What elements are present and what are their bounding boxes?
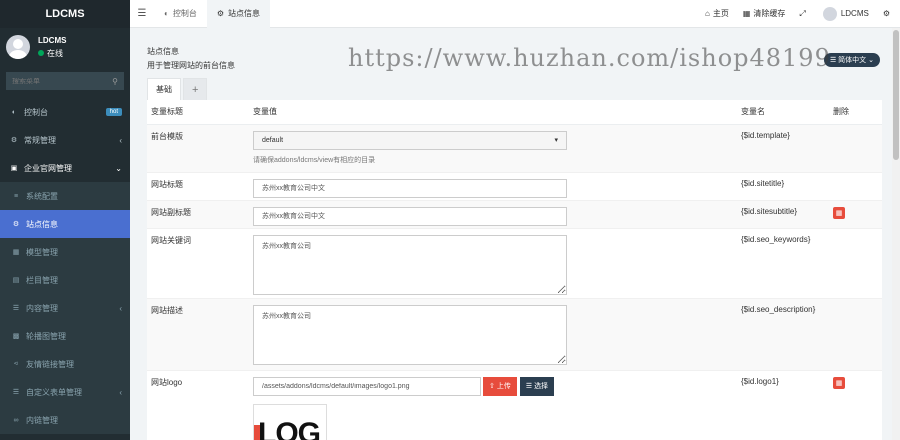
sliders-icon: ≡ bbox=[13, 192, 19, 200]
chevron-left-icon: ‹ bbox=[119, 387, 122, 397]
template-help-text: 请确保addons/ldcms/view有相应的目录 bbox=[253, 156, 376, 164]
sidebar-item-general[interactable]: ⚙ 常规管理 ‹ bbox=[0, 126, 130, 154]
column-header-name: 变量名 bbox=[741, 100, 829, 125]
logo-path-input[interactable] bbox=[253, 376, 481, 396]
table-row: 网站副标题 {$id.sitesubtitle} ▦ bbox=[147, 200, 882, 229]
sidebar-item-system-config[interactable]: ≡ 系统配置 bbox=[0, 182, 130, 210]
file-icon: ▤ bbox=[12, 277, 20, 284]
seo-description-textarea[interactable]: 苏州xx教育公司 bbox=[253, 304, 567, 365]
table-row: 网站描述 苏州xx教育公司 {$id.seo_description} bbox=[147, 298, 882, 371]
avatar bbox=[822, 6, 837, 21]
user-name: LDCMS bbox=[38, 35, 67, 45]
language-select[interactable]: ☰ 简体中文 ⌄ bbox=[823, 53, 880, 67]
user-menu[interactable]: LDCMS bbox=[816, 6, 876, 21]
hot-badge: hot bbox=[105, 108, 122, 116]
main-content: 站点信息 用于管理网站的前台信息 ☰ 简体中文 ⌄ 基础 + https://w… bbox=[130, 28, 900, 440]
trash-icon: ▦ bbox=[835, 209, 843, 217]
menu-toggle-icon[interactable]: ☰ bbox=[130, 8, 154, 19]
upload-button[interactable]: ⇧ 上传 bbox=[483, 376, 517, 396]
page-title: 站点信息 bbox=[147, 47, 179, 56]
sidebar-item-inner-links[interactable]: ∞ 内链管理 bbox=[0, 406, 130, 434]
site-subtitle-input[interactable] bbox=[253, 206, 567, 226]
brand-logo[interactable]: LDCMS bbox=[0, 0, 130, 28]
upload-icon: ⇧ bbox=[489, 383, 495, 390]
sidebar-search: ⚲ bbox=[6, 72, 124, 90]
desktop-icon: ▣ bbox=[10, 165, 18, 172]
page-description: 用于管理网站的前台信息 bbox=[147, 61, 235, 70]
list-icon: ☰ bbox=[525, 383, 533, 390]
home-link[interactable]: ⌂ 主页 bbox=[698, 8, 736, 19]
fullscreen-button[interactable]: ⤢ bbox=[792, 9, 815, 19]
topbar: ☰ ◐ 控制台 ⚙ 站点信息 ⌂ 主页 ▦ 清除缓存 ⤢ LDCMS ⚙ bbox=[130, 0, 900, 28]
settings-button[interactable]: ⚙ bbox=[876, 9, 900, 18]
link-icon: ∞ bbox=[13, 416, 19, 424]
delete-button[interactable]: ▦ bbox=[833, 376, 845, 389]
home-icon: ⌂ bbox=[705, 9, 710, 18]
column-header-value: 变量值 bbox=[253, 100, 741, 125]
trash-icon: ▦ bbox=[835, 379, 843, 387]
sidebar-item-links[interactable]: ⪦ 友情链接管理 bbox=[0, 350, 130, 378]
scrollbar-thumb[interactable] bbox=[893, 30, 899, 160]
delete-button[interactable]: ▦ bbox=[833, 206, 845, 219]
table-row: 网站logo ⇧ 上传 ☰ 选择 bbox=[147, 370, 882, 440]
dashboard-icon: ◐ bbox=[164, 9, 169, 18]
cogs-icon: ⚙ bbox=[10, 137, 18, 144]
caret-down-icon: ▾ bbox=[554, 137, 558, 144]
choose-button[interactable]: ☰ 选择 bbox=[519, 376, 555, 396]
table-icon: ▦ bbox=[12, 249, 20, 256]
logo-preview-image[interactable]: LOG bbox=[253, 403, 327, 440]
sidebar-item-dashboard[interactable]: ◐ 控制台 hot bbox=[0, 98, 130, 126]
column-header-title: 变量标题 bbox=[147, 100, 253, 125]
tab-dashboard[interactable]: ◐ 控制台 bbox=[154, 0, 207, 28]
config-table: 变量标题 变量值 变量名 删除 前台模版 default ▾ 请确保addons… bbox=[147, 100, 882, 440]
sidebar-item-models[interactable]: ▦ 模型管理 bbox=[0, 238, 130, 266]
sidebar-item-site-info[interactable]: ⚙ 站点信息 bbox=[0, 210, 130, 238]
table-row: 网站关键词 苏州xx教育公司 {$id.seo_keywords} bbox=[147, 228, 882, 299]
sidebar-item-columns[interactable]: ▤ 栏目管理 bbox=[0, 266, 130, 294]
gear-icon: ⚙ bbox=[12, 221, 20, 228]
config-panel: 变量标题 变量值 变量名 删除 前台模版 default ▾ 请确保addons… bbox=[147, 100, 882, 440]
sidebar: LDCMS LDCMS 在线 ⚲ ◐ 控制台 hot ⚙ 常规管理 ‹ ▣ 企业… bbox=[0, 0, 130, 440]
gear-icon: ⚙ bbox=[216, 9, 225, 18]
list-icon: ☰ bbox=[12, 389, 20, 396]
search-icon[interactable]: ⚲ bbox=[112, 77, 118, 86]
chevron-left-icon: ‹ bbox=[119, 303, 122, 313]
online-dot-icon bbox=[38, 50, 44, 56]
clear-cache-button[interactable]: ▦ 清除缓存 bbox=[736, 8, 793, 19]
dashboard-icon: ◐ bbox=[11, 108, 17, 116]
panel-header: 站点信息 用于管理网站的前台信息 ☰ 简体中文 ⌄ bbox=[140, 46, 890, 98]
scrollbar[interactable] bbox=[892, 28, 900, 440]
list-icon: ☰ bbox=[12, 305, 20, 312]
seo-keywords-textarea[interactable]: 苏州xx教育公司 bbox=[253, 234, 567, 295]
chevron-down-icon: ⌄ bbox=[115, 163, 122, 173]
fullscreen-icon: ⤢ bbox=[799, 8, 806, 18]
sidebar-item-forms[interactable]: ☰ 自定义表单管理 ‹ bbox=[0, 378, 130, 406]
image-icon: ▩ bbox=[12, 333, 20, 340]
sidebar-item-enterprise[interactable]: ▣ 企业官网管理 ⌄ bbox=[0, 154, 130, 182]
user-status: 在线 bbox=[38, 48, 66, 59]
site-title-input[interactable] bbox=[253, 178, 567, 198]
trash-icon: ▦ bbox=[742, 9, 751, 18]
share-icon: ⪦ bbox=[14, 360, 18, 367]
chevron-left-icon: ‹ bbox=[119, 135, 122, 145]
table-row: 前台模版 default ▾ 请确保addons/ldcms/view有相应的目… bbox=[147, 124, 882, 173]
language-icon: ☰ bbox=[829, 57, 837, 64]
user-panel: LDCMS 在线 bbox=[0, 28, 130, 66]
chevron-down-icon: ⌄ bbox=[868, 57, 874, 64]
sidebar-item-content[interactable]: ☰ 内容管理 ‹ bbox=[0, 294, 130, 322]
search-input[interactable] bbox=[12, 77, 102, 85]
sidebar-item-carousel[interactable]: ▩ 轮播图管理 bbox=[0, 322, 130, 350]
add-tab-button[interactable]: + bbox=[183, 78, 208, 100]
tab-site-info[interactable]: ⚙ 站点信息 bbox=[206, 0, 271, 28]
template-select[interactable]: default ▾ bbox=[253, 130, 567, 150]
column-header-delete: 删除 bbox=[829, 100, 882, 125]
tab-basic[interactable]: 基础 bbox=[147, 78, 181, 100]
table-row: 网站标题 {$id.sitetitle} bbox=[147, 172, 882, 201]
cogs-icon: ⚙ bbox=[882, 9, 890, 18]
avatar bbox=[6, 35, 30, 59]
